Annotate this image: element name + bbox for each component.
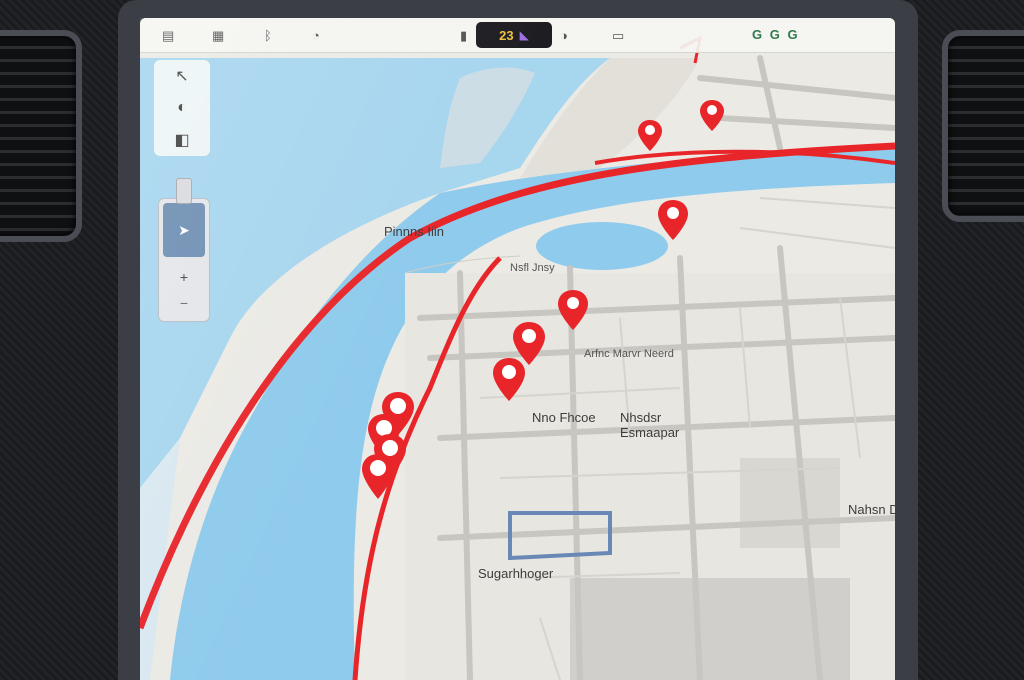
volume-icon[interactable]: ◐ <box>177 99 187 117</box>
status-bar: ▤ ▦ ᛒ ◔ ▮ 23 ◣ ◑ ▭ G G G <box>140 18 895 53</box>
zoom-in-button[interactable]: + <box>159 269 209 285</box>
map-label: Nhsdsr Esmaapar <box>620 410 680 440</box>
map-controls-panel: ↖ ◐ ◧ <box>154 60 210 156</box>
cellular-icon: ▮ <box>460 28 468 43</box>
map-label: Sugarhhoger <box>478 566 554 581</box>
layers-icon[interactable]: ◧ <box>174 130 189 150</box>
zoom-panel: ➤ + − <box>158 198 210 322</box>
lake-water <box>536 222 668 270</box>
map-label: Arfnc Marvr Neerd <box>584 348 674 360</box>
map-label: Nno Fhcoe <box>532 410 596 425</box>
wiper-icon: ◣ <box>519 28 529 42</box>
navigation-arrow-icon[interactable]: ➤ <box>163 203 205 257</box>
map-label: Pinnns Iiin <box>384 224 444 239</box>
phone-icon[interactable]: ▭ <box>612 28 624 44</box>
grid-icon[interactable]: ▦ <box>212 28 224 44</box>
map-label: Nahsn Dem <box>848 502 895 517</box>
status-right-indicators: G G G <box>752 27 800 42</box>
temperature-value: 23 <box>499 27 514 43</box>
lock-icon[interactable]: ◑ <box>560 28 568 43</box>
temperature-display[interactable]: 23 ◣ <box>476 22 552 48</box>
menu-icon[interactable]: ▤ <box>162 28 174 44</box>
navigation-screen: Pinnns Iiin Nsfl Jnsy Arfnc Marvr Neerd … <box>140 18 895 680</box>
map-label: Nsfl Jnsy <box>510 262 555 274</box>
wifi-icon[interactable]: ◔ <box>312 28 320 43</box>
zoom-out-button[interactable]: − <box>159 295 209 311</box>
air-vent-right <box>942 30 1024 222</box>
panel-handle[interactable] <box>176 178 192 204</box>
bluetooth-icon[interactable]: ᛒ <box>264 28 272 43</box>
air-vent-left <box>0 30 82 242</box>
compass-icon[interactable]: ↖ <box>175 66 188 86</box>
